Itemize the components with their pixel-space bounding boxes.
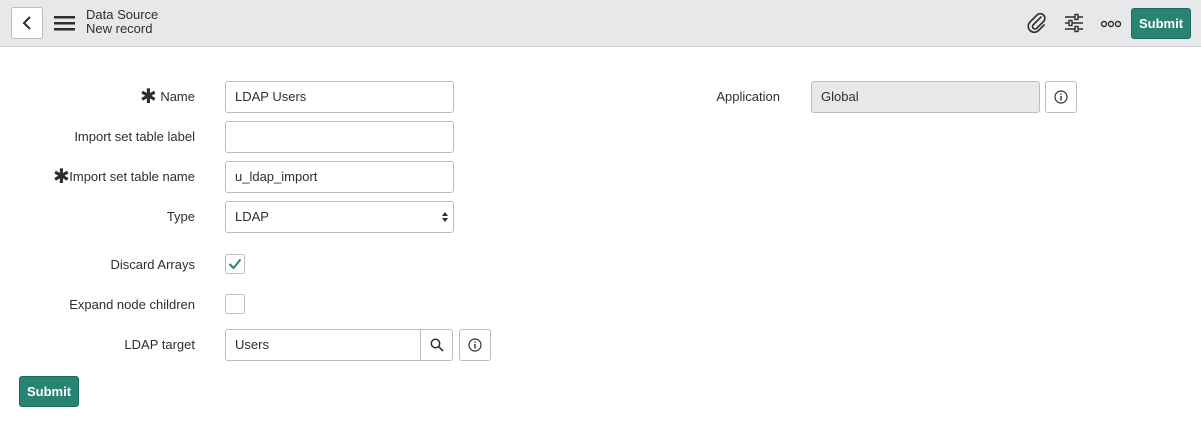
header-submit-button[interactable]: Submit	[1131, 8, 1191, 39]
import-set-table-name-label: Import set table name	[69, 169, 195, 184]
ldap-target-label: LDAP target	[124, 337, 195, 352]
form-header: Data Source New record Submit	[0, 0, 1201, 47]
import-set-table-name-field[interactable]: u_ldap_import	[225, 161, 454, 193]
form-title-block: Data Source New record	[86, 8, 158, 36]
back-button[interactable]	[11, 7, 43, 39]
name-field[interactable]: LDAP Users	[225, 81, 454, 113]
application-field: Global	[811, 81, 1040, 113]
checkmark-icon	[228, 258, 242, 270]
discard-arrays-checkbox[interactable]	[225, 254, 245, 274]
select-arrows-icon	[442, 212, 448, 222]
expand-node-children-label: Expand node children	[69, 297, 195, 312]
hamburger-menu-icon[interactable]	[54, 13, 76, 33]
back-icon	[22, 16, 31, 30]
application-info-button[interactable]	[1045, 81, 1077, 113]
bottom-submit-button[interactable]: Submit	[19, 376, 79, 407]
discard-arrays-label: Discard Arrays	[110, 257, 195, 272]
expand-node-children-checkbox[interactable]	[225, 294, 245, 314]
type-label: Type	[166, 209, 195, 224]
form-title: Data Source	[86, 7, 159, 22]
ldap-target-field[interactable]: Users	[225, 329, 421, 361]
type-select-value: LDAP	[235, 209, 269, 224]
ldap-target-info-button[interactable]	[459, 329, 491, 361]
import-set-table-label-field[interactable]	[225, 121, 454, 153]
info-icon	[1054, 90, 1068, 104]
sliders-icon[interactable]	[1062, 11, 1086, 35]
search-icon	[430, 338, 444, 352]
form-subtitle: New record	[86, 21, 153, 36]
application-label: Application	[716, 89, 780, 104]
import-set-table-label-label: Import set table label	[74, 129, 195, 144]
info-icon	[468, 338, 482, 352]
type-select[interactable]: LDAP	[225, 201, 454, 233]
name-label: Name	[160, 89, 195, 104]
ldap-target-lookup-button[interactable]	[420, 329, 453, 361]
more-icon[interactable]	[1099, 11, 1123, 35]
paperclip-icon[interactable]	[1025, 11, 1049, 35]
